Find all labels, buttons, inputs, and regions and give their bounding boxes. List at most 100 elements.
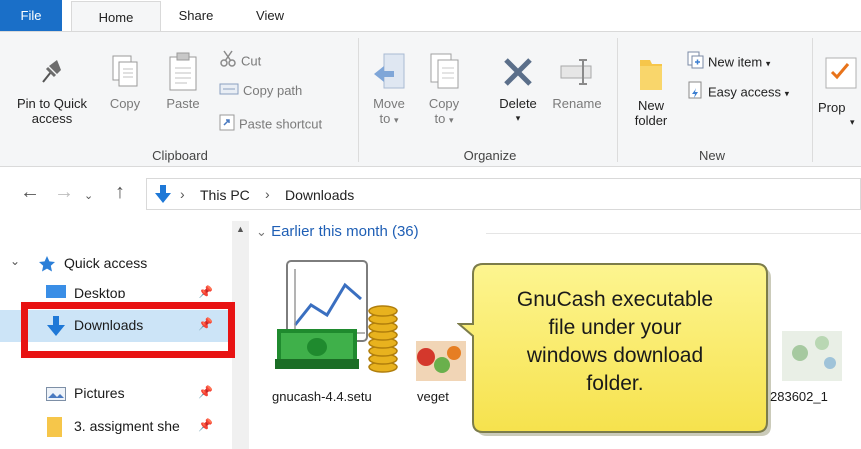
up-arrow-icon[interactable]: ↑: [115, 182, 125, 202]
download-arrow-icon: [155, 185, 171, 203]
folder-icon: [47, 417, 62, 437]
scissors-icon: [219, 50, 237, 74]
recent-locations-icon[interactable]: ⌄: [84, 186, 93, 206]
file-tile-image[interactable]: [780, 255, 844, 390]
breadcrumb-downloads[interactable]: Downloads: [285, 187, 354, 203]
file-name-image[interactable]: 283602_1: [770, 389, 861, 404]
paste-shortcut-label: Paste shortcut: [239, 116, 323, 132]
collapse-chevron-icon[interactable]: ⌄: [10, 254, 20, 268]
new-item-icon: [686, 51, 704, 75]
ribbon-separator: [617, 38, 618, 162]
file-group-header[interactable]: ⌄ Earlier this month (36): [256, 223, 419, 240]
desktop-icon: [46, 285, 66, 298]
highlight-box: [21, 302, 235, 358]
nav-item-desktop[interactable]: Desktop 📌: [0, 278, 232, 298]
pin-icon: [42, 60, 61, 83]
paste-button[interactable]: Paste: [160, 52, 206, 111]
new-item-label: New item: [708, 54, 763, 70]
nav-item-label: Desktop: [74, 285, 126, 298]
new-item-button[interactable]: New item ▾: [686, 51, 770, 71]
tab-share[interactable]: Share: [165, 0, 227, 31]
copy-button[interactable]: Copy: [104, 54, 146, 111]
file-name-vegetable[interactable]: veget: [417, 389, 457, 404]
delete-x-icon: [504, 58, 532, 86]
move-to-line2: to: [379, 111, 391, 126]
address-row: ← → ⌄ ↑ › This PC › Downloads: [0, 168, 861, 220]
copy-to-line1: Copy: [428, 96, 460, 111]
clipboard-group-label: Clipboard: [152, 148, 208, 163]
callout-line: GnuCash executable: [516, 288, 714, 311]
nav-item-assignment-folder[interactable]: 3. assigment she 📌: [0, 411, 232, 443]
callout-text: GnuCash executable file under your windo…: [480, 286, 750, 398]
ribbon: Pin to Quick access Copy Paste Cut Copy …: [0, 31, 861, 167]
pin-icon[interactable]: 📌: [198, 418, 213, 432]
new-folder-line2: folder: [634, 113, 668, 128]
quick-access-label: Quick access: [64, 255, 148, 271]
tab-home[interactable]: Home: [71, 1, 161, 32]
breadcrumb-chevron-icon[interactable]: ›: [180, 186, 185, 202]
floral-image-thumbnail: [782, 331, 842, 381]
organize-group-label: Organize: [463, 148, 517, 163]
breadcrumb-this-pc[interactable]: This PC: [200, 187, 250, 203]
ribbon-separator: [358, 38, 359, 162]
move-to-icon: [374, 53, 405, 89]
pictures-icon: [46, 387, 66, 401]
copy-to-icon: [430, 53, 459, 89]
callout-line: folder.: [586, 372, 644, 395]
cut-button[interactable]: Cut: [219, 50, 261, 70]
address-bar[interactable]: › This PC › Downloads: [146, 178, 861, 210]
back-arrow-icon[interactable]: ←: [20, 182, 40, 202]
breadcrumb-chevron-icon[interactable]: ›: [265, 186, 270, 202]
file-tile-gnucash[interactable]: [266, 255, 406, 390]
copy-label: Copy: [109, 96, 141, 111]
new-folder-line1: New: [637, 98, 664, 113]
delete-button[interactable]: Delete ▾: [492, 52, 544, 126]
easy-access-icon: [686, 81, 704, 105]
pin-label-line2: access: [31, 111, 73, 126]
copy-to-line2: to: [434, 111, 446, 126]
tab-file[interactable]: File: [0, 0, 62, 31]
properties-icon: [825, 57, 857, 89]
pin-to-quick-access-button[interactable]: Pin to Quick access: [0, 56, 104, 126]
copy-icon: [112, 55, 138, 87]
file-name-gnucash[interactable]: gnucash-4.4.setu: [272, 389, 400, 404]
copy-path-icon: [219, 82, 239, 102]
copy-to-button[interactable]: Copy to ▾: [424, 52, 464, 128]
properties-button[interactable]: Prop ▾: [818, 56, 861, 130]
nav-item-pictures[interactable]: Pictures 📌: [0, 378, 232, 410]
move-to-line1: Move: [373, 96, 405, 111]
pin-icon[interactable]: 📌: [198, 285, 213, 298]
tab-view[interactable]: View: [240, 0, 300, 31]
easy-access-button[interactable]: Easy access ▾: [686, 81, 789, 101]
delete-label: Delete: [499, 96, 537, 111]
scroll-up-arrow-icon[interactable]: ▲: [236, 224, 245, 234]
paste-shortcut-icon: [219, 113, 235, 137]
cut-label: Cut: [241, 53, 262, 69]
ribbon-separator: [812, 38, 813, 162]
rename-button[interactable]: Rename: [548, 52, 606, 111]
move-to-button[interactable]: Move to ▾: [366, 52, 412, 128]
paste-shortcut-button[interactable]: Paste shortcut: [219, 113, 322, 133]
delete-dropdown-icon[interactable]: ▾: [492, 111, 544, 126]
nav-item-label: 3. assigment she: [74, 418, 180, 434]
nav-quick-access[interactable]: ⌄ Quick access: [0, 248, 232, 280]
paste-icon: [169, 52, 197, 91]
pin-icon[interactable]: 📌: [198, 385, 213, 399]
group-collapse-chevron-icon[interactable]: ⌄: [256, 224, 267, 239]
gnucash-installer-icon: [275, 260, 398, 373]
rename-icon: [560, 59, 592, 85]
rename-label: Rename: [552, 96, 602, 111]
nav-item-label: Pictures: [74, 385, 125, 401]
new-folder-button[interactable]: New folder: [624, 56, 678, 128]
copy-path-button[interactable]: Copy path: [219, 81, 302, 101]
new-group-label: New: [698, 148, 725, 163]
paste-label: Paste: [166, 96, 200, 111]
group-header-label: Earlier this month (36): [271, 223, 419, 240]
copy-path-label: Copy path: [243, 83, 303, 98]
group-divider: [486, 233, 861, 234]
callout-line: file under your: [548, 316, 682, 339]
ribbon-tabs: File Home Share View: [0, 0, 861, 32]
callout-line: windows download: [526, 344, 704, 367]
new-folder-icon: [640, 60, 662, 90]
forward-arrow-icon[interactable]: →: [54, 182, 74, 202]
